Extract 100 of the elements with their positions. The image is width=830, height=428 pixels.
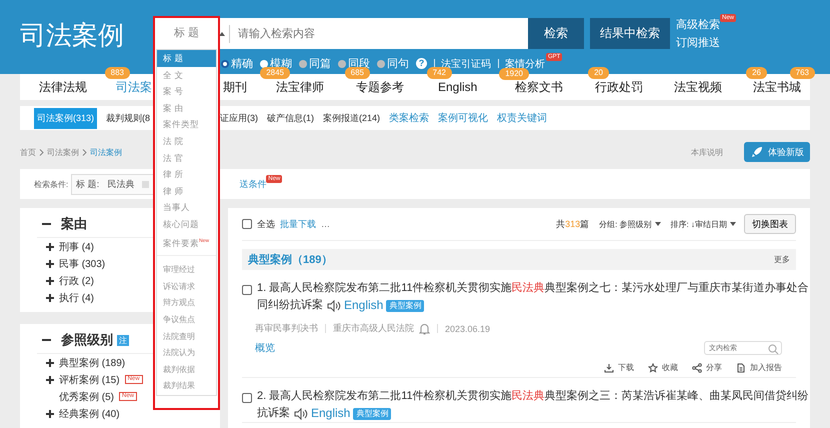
dropdown-item[interactable]: 全 文 xyxy=(157,66,216,84)
library-info-link[interactable]: 本库说明 xyxy=(691,146,723,158)
sub-link[interactable]: 权责关键词 xyxy=(497,111,548,125)
help-icon[interactable]: ? xyxy=(416,58,427,69)
dropdown-item[interactable]: 律 所 xyxy=(157,166,216,183)
nav-tab[interactable]: 法律法规 xyxy=(39,78,87,96)
result-action[interactable]: 加入报告 xyxy=(750,362,782,373)
dropdown-item[interactable]: 争议焦点 xyxy=(157,312,216,328)
breadcrumb-link[interactable]: 司法案例 xyxy=(47,146,79,158)
document-icon[interactable] xyxy=(736,362,746,372)
sub-link[interactable]: 案例可视化 xyxy=(438,111,488,125)
subscribe-link[interactable]: 送条件 xyxy=(239,178,266,190)
download-icon[interactable] xyxy=(604,362,614,372)
scope-option[interactable]: 同篇 xyxy=(299,56,331,71)
result-checkbox[interactable] xyxy=(242,285,252,295)
dropdown-item[interactable]: 核心问题 xyxy=(157,216,216,233)
expand-icon[interactable] xyxy=(46,294,54,302)
more-link[interactable]: 更多 xyxy=(774,254,790,265)
switch-chart-button[interactable]: 切换图表 xyxy=(744,214,796,234)
facet-item[interactable]: 典型案例 (189) xyxy=(59,356,126,370)
result-title[interactable]: 2. 最高人民检察院发布第二批11件检察机关贯彻实施民法典典型案例之三：芮某浩诉崔某峰、曲某凤民间借贷纠纷 xyxy=(257,388,809,405)
expand-icon[interactable] xyxy=(46,410,54,418)
facet-item[interactable]: 经典案例 (40) xyxy=(59,406,120,420)
sub-tab[interactable]: 案例报道(214) xyxy=(323,112,380,124)
english-link[interactable]: English xyxy=(344,297,384,314)
overview-link[interactable]: 概览 xyxy=(255,341,275,355)
header-link[interactable]: 高级检索 xyxy=(676,17,720,32)
caret-icon[interactable] xyxy=(219,32,225,36)
expand-icon[interactable] xyxy=(46,276,54,284)
search-within-button[interactable]: 结果中检索 xyxy=(590,18,670,49)
sub-tab[interactable]: 裁判规则(8 xyxy=(106,112,150,124)
dropdown-item[interactable]: 法院查明 xyxy=(157,328,216,346)
option-link[interactable]: 案情分析 xyxy=(505,56,545,70)
facet-item[interactable]: 行政 (2) xyxy=(59,274,94,288)
scope-option[interactable]: 同句 xyxy=(377,56,409,71)
bell-icon[interactable] xyxy=(419,322,430,334)
dropdown-item[interactable]: 案件要素$^{New}$ xyxy=(157,232,216,250)
facet-item[interactable]: 刑事 (4) xyxy=(59,240,94,254)
dropdown-item[interactable]: 案 由 xyxy=(157,100,216,116)
dropdown-item[interactable]: 法院认为 xyxy=(157,345,216,362)
nav-tab[interactable]: English xyxy=(438,80,478,94)
expand-icon[interactable] xyxy=(46,242,54,250)
facet-item[interactable]: 执行 (4) xyxy=(59,290,94,304)
result-title[interactable]: 1. 最高人民检察院发布第二批11件检察机关贯彻实施民法典典型案例之七：某污水处理厂与重庆市某街道办事处合 xyxy=(257,280,809,297)
select-all-label[interactable]: 全选 xyxy=(257,218,275,230)
share-icon[interactable] xyxy=(692,362,702,372)
speaker-icon[interactable] xyxy=(327,300,341,312)
result-title[interactable]: 抗诉案 xyxy=(257,405,290,422)
more-menu[interactable]: … xyxy=(321,219,330,229)
nav-tab[interactable]: 期刊 xyxy=(223,78,247,96)
batch-download-link[interactable]: 批量下载 xyxy=(280,218,316,230)
dropdown-item[interactable]: 裁判结果 xyxy=(157,378,216,395)
english-link[interactable]: English xyxy=(311,405,350,422)
result-action[interactable]: 分享 xyxy=(706,362,722,373)
search-button[interactable]: 检索 xyxy=(528,18,584,49)
sort-dropdown[interactable]: 排序: ↓审结日期 xyxy=(670,218,736,230)
field-select[interactable]: 标 题 xyxy=(155,18,218,49)
facet-item[interactable]: 优秀案例 (5) xyxy=(59,390,114,404)
dropdown-item[interactable]: 当事人 xyxy=(157,199,216,216)
dropdown-item[interactable]: 法 院 xyxy=(157,132,216,150)
result-action[interactable]: 下载 xyxy=(618,362,634,373)
dropdown-item[interactable]: 诉讼请求 xyxy=(157,278,216,296)
select-all-checkbox[interactable] xyxy=(242,219,252,229)
nav-tab[interactable]: 法宝律师 xyxy=(276,78,324,96)
nav-tab[interactable]: 法宝视频 xyxy=(674,78,722,96)
group-dropdown[interactable]: 分组: 参照级别 xyxy=(599,218,661,230)
header-link[interactable]: 订阅推送 xyxy=(676,35,720,50)
nav-tab[interactable]: 司法案 xyxy=(116,78,152,96)
result-checkbox[interactable] xyxy=(242,393,252,403)
dropdown-item[interactable]: 审理经过 xyxy=(157,262,216,279)
star-icon[interactable] xyxy=(648,362,658,372)
dropdown-item[interactable]: 裁判依据 xyxy=(157,362,216,378)
caret-icon[interactable] xyxy=(654,222,661,226)
sub-tab[interactable]: 证应用(3) xyxy=(220,112,258,124)
try-new-version-button[interactable]: 体验新版 xyxy=(744,142,810,162)
condition-chip[interactable]: 标 题: 民法典 xyxy=(71,174,154,194)
dropdown-item[interactable]: 标 题 xyxy=(157,50,216,67)
breadcrumb-link[interactable]: 首页 xyxy=(20,146,36,158)
dropdown-item[interactable]: 案件类型 xyxy=(157,116,216,133)
expand-icon[interactable] xyxy=(46,358,54,366)
expand-icon[interactable] xyxy=(46,260,54,268)
dropdown-item[interactable]: 律 师 xyxy=(157,182,216,200)
speaker-icon[interactable] xyxy=(294,408,308,420)
expand-icon[interactable] xyxy=(46,376,54,384)
breadcrumb-link[interactable]: 司法案例 xyxy=(90,146,122,158)
dropdown-item[interactable]: 案 号 xyxy=(157,83,216,100)
facet-item[interactable]: 民事 (303) xyxy=(59,256,106,270)
nav-tab[interactable]: 法宝书城 xyxy=(753,78,801,96)
sub-tab[interactable]: 司法案例(313) xyxy=(34,108,98,128)
dropdown-item[interactable]: 辩方观点 xyxy=(157,295,216,312)
facet-item[interactable]: 评析案例 (15) xyxy=(59,372,120,386)
nav-tab[interactable]: 行政处罚 xyxy=(595,78,643,96)
result-action[interactable]: 收藏 xyxy=(662,362,678,373)
nav-tab[interactable]: 检察文书 xyxy=(515,78,563,96)
result-title[interactable]: 同纠纷抗诉案 xyxy=(257,297,323,314)
dropdown-item[interactable]: 法 官 xyxy=(157,150,216,166)
caret-icon[interactable] xyxy=(730,222,736,226)
sub-tab[interactable]: 破产信息(1) xyxy=(267,112,314,124)
nav-tab[interactable]: 专题参考 xyxy=(356,78,404,96)
sub-link[interactable]: 类案检索 xyxy=(389,111,430,125)
